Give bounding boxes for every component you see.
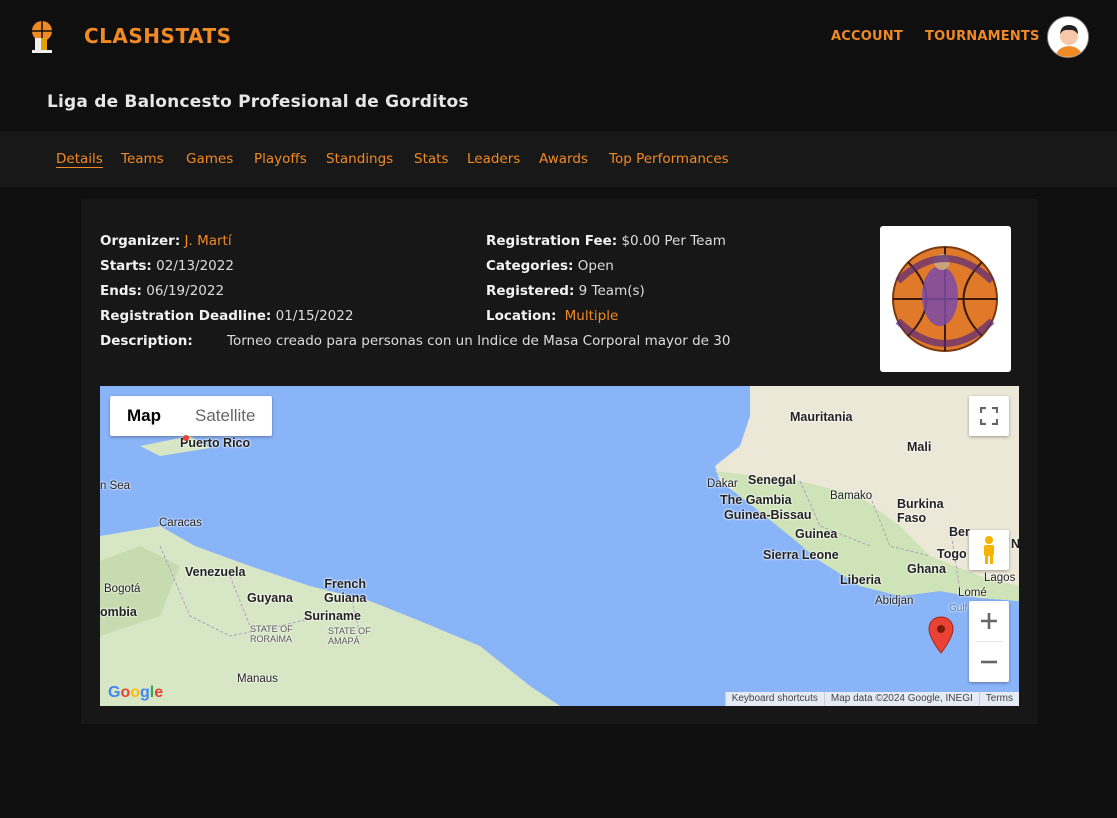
map-label-manaus: Manaus: [237, 673, 278, 685]
location-map[interactable]: Puerto Rico n Sea Caracas Venezuela Bogo…: [100, 386, 1019, 706]
zoom-in-button[interactable]: [969, 601, 1009, 641]
zoom-control: [969, 601, 1009, 682]
fullscreen-button[interactable]: [969, 396, 1009, 436]
starts-row: Starts: 02/13/2022: [100, 258, 234, 274]
clashstats-logo-icon[interactable]: [28, 20, 56, 54]
map-label-abidjan: Abidjan: [875, 595, 914, 607]
pegman-icon: [984, 536, 994, 564]
organizer-row: Organizer: J. Martí: [100, 233, 232, 249]
google-logo: Google: [108, 684, 164, 701]
map-label-venezuela: Venezuela: [185, 565, 246, 579]
map-label-bogota: Bogotá: [104, 583, 141, 595]
tab-standings[interactable]: Standings: [326, 151, 393, 167]
map-label-nigeria: N: [1011, 537, 1019, 551]
tab-teams[interactable]: Teams: [121, 151, 164, 167]
map-type-control: Map Satellite: [110, 396, 273, 436]
ends-label: Ends:: [100, 283, 142, 299]
map-label-lagos: Lagos: [984, 572, 1016, 584]
map-label-gambia: The Gambia: [720, 493, 792, 507]
map-label-sea: n Sea: [100, 480, 131, 492]
categories-label: Categories:: [486, 258, 574, 274]
tab-top-performances[interactable]: Top Performances: [609, 151, 729, 167]
map-label-mauritania: Mauritania: [790, 410, 853, 424]
map-label-senegal: Senegal: [748, 473, 796, 487]
map-label-lome: Lomé: [958, 587, 987, 599]
map-label-roraima: STATE OF RORAIMA: [250, 624, 293, 644]
map-label-togo: Togo: [937, 547, 967, 561]
map-label-guinea: Guinea: [795, 527, 838, 541]
registered-value: 9 Team(s): [578, 283, 645, 299]
brand-name[interactable]: CLASHSTATS: [84, 24, 232, 48]
deadline-value: 01/15/2022: [275, 308, 354, 324]
map-label-burkina-faso: Burkina Faso: [897, 497, 944, 525]
map-label-suriname: Suriname: [304, 609, 361, 623]
terms-link[interactable]: Terms: [978, 692, 1019, 706]
map-label-mali: Mali: [907, 440, 932, 454]
nav-account[interactable]: ACCOUNT: [831, 29, 903, 44]
tab-bar: Details Teams Games Playoffs Standings S…: [0, 131, 1117, 187]
map-label-liberia: Liberia: [840, 573, 881, 587]
deadline-label: Registration Deadline:: [100, 308, 272, 324]
details-card: Organizer: J. Martí Starts: 02/13/2022 E…: [81, 199, 1038, 724]
tab-awards[interactable]: Awards: [539, 151, 588, 167]
map-label-french-guiana: French Guiana: [324, 577, 367, 605]
map-marker-dot[interactable]: [182, 434, 190, 442]
tab-details[interactable]: Details: [56, 151, 103, 167]
starts-value: 02/13/2022: [156, 258, 234, 274]
map-label-caracas: Caracas: [159, 517, 202, 529]
deadline-row: Registration Deadline: 01/15/2022: [100, 308, 353, 324]
fullscreen-icon: [980, 407, 998, 425]
location-label: Location:: [486, 308, 557, 324]
description-label: Description:: [100, 333, 193, 349]
map-label-colombia: ombia: [100, 605, 137, 619]
map-type-satellite-button[interactable]: Satellite: [178, 396, 272, 436]
map-label-guyana: Guyana: [247, 591, 293, 605]
ends-value: 06/19/2022: [146, 283, 225, 299]
ends-row: Ends: 06/19/2022: [100, 283, 224, 299]
tab-games[interactable]: Games: [186, 151, 233, 167]
registered-row: Registered: 9 Team(s): [486, 283, 645, 299]
street-view-pegman-button[interactable]: [969, 530, 1009, 570]
map-label-puerto-rico: Puerto Rico: [180, 436, 251, 450]
fee-label: Registration Fee:: [486, 233, 618, 249]
registered-label: Registered:: [486, 283, 575, 299]
keyboard-shortcuts-link[interactable]: Keyboard shortcuts: [724, 692, 824, 706]
organizer-label: Organizer:: [100, 233, 181, 249]
map-label-amapa: STATE OF AMAPÁ: [328, 626, 371, 646]
starts-label: Starts:: [100, 258, 152, 274]
fee-row: Registration Fee: $0.00 Per Team: [486, 233, 726, 249]
minus-icon: [981, 660, 997, 664]
map-data-attribution: Map data ©2024 Google, INEGI: [823, 692, 979, 706]
league-title: Liga de Baloncesto Profesional de Gordit…: [47, 92, 469, 112]
map-label-benin: Ber: [949, 525, 970, 539]
description-value: Torneo creado para personas con un Indic…: [227, 333, 731, 349]
top-bar: CLASHSTATS ACCOUNT TOURNAMENTS: [0, 0, 1117, 75]
map-marker-pin[interactable]: [928, 616, 954, 654]
tab-playoffs[interactable]: Playoffs: [254, 151, 307, 167]
zoom-out-button[interactable]: [969, 642, 1009, 682]
nav-tournaments[interactable]: TOURNAMENTS: [925, 29, 1040, 44]
fee-value: $0.00 Per Team: [621, 233, 726, 249]
location-row: Location: Multiple: [486, 308, 618, 324]
tab-stats[interactable]: Stats: [414, 151, 448, 167]
tab-leaders[interactable]: Leaders: [467, 151, 520, 167]
description-row: Description: Torneo creado para personas…: [100, 333, 730, 349]
map-type-map-button[interactable]: Map: [110, 396, 178, 436]
map-label-guinea-bissau: Guinea-Bissau: [724, 508, 812, 522]
user-avatar[interactable]: [1047, 16, 1089, 58]
location-link[interactable]: Multiple: [565, 308, 619, 324]
plus-icon: [981, 613, 997, 629]
organizer-link[interactable]: J. Martí: [185, 233, 232, 249]
map-label-bamako: Bamako: [830, 490, 873, 502]
categories-row: Categories: Open: [486, 258, 614, 274]
map-label-ghana: Ghana: [907, 562, 946, 576]
map-label-sierra-leone: Sierra Leone: [763, 548, 839, 562]
map-label-gulf: Gulf: [949, 603, 968, 614]
map-attribution: Keyboard shortcuts Map data ©2024 Google…: [724, 692, 1019, 706]
league-logo: [880, 226, 1011, 372]
map-label-dakar: Dakar: [707, 478, 738, 490]
categories-value: Open: [577, 258, 614, 274]
